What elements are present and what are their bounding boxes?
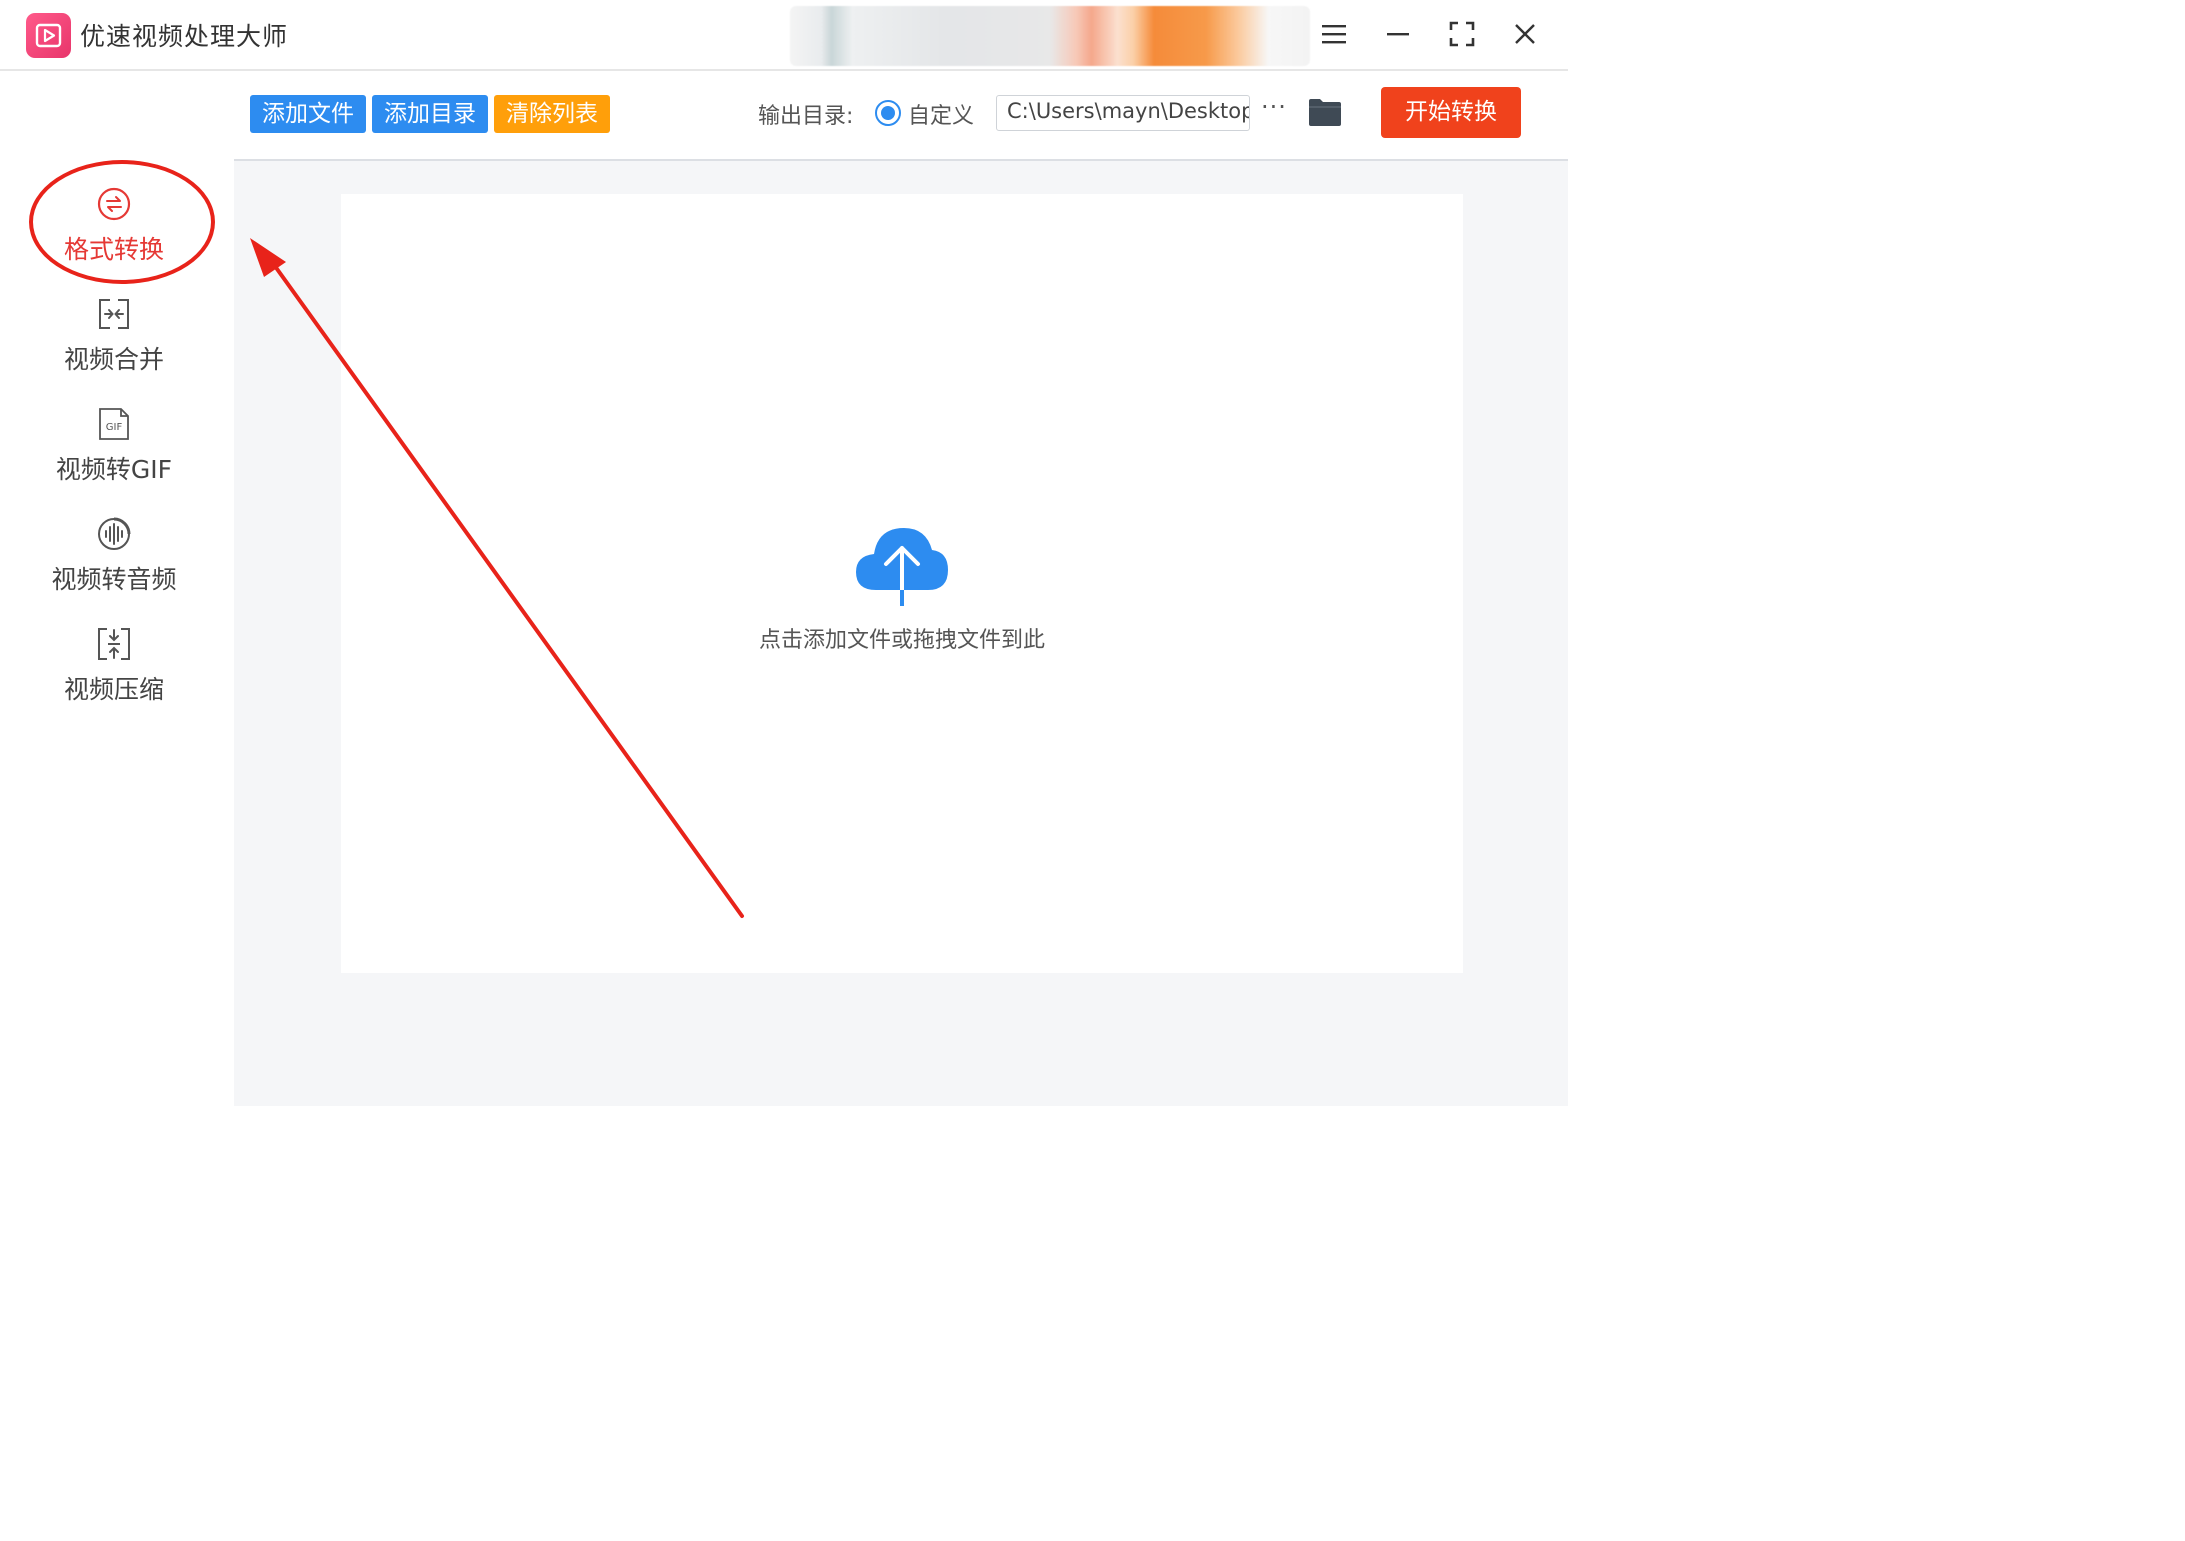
close-icon bbox=[1515, 24, 1535, 44]
sidebar-item-video-to-gif[interactable]: GIF 视频转GIF bbox=[0, 406, 228, 506]
main-panel: 添加文件 添加目录 清除列表 输出目录: 自定义 C:\Users\mayn\D… bbox=[234, 71, 1568, 1106]
gif-file-icon: GIF bbox=[99, 408, 129, 440]
audio-wave-icon bbox=[98, 517, 131, 550]
minimize-button[interactable] bbox=[1376, 14, 1420, 54]
app-logo-icon bbox=[26, 13, 71, 58]
browse-more-button[interactable]: ··· bbox=[1261, 93, 1287, 121]
add-folder-button[interactable]: 添加目录 bbox=[372, 95, 488, 133]
clear-list-button[interactable]: 清除列表 bbox=[494, 95, 610, 133]
menu-button[interactable] bbox=[1312, 14, 1356, 54]
app-title: 优速视频处理大师 bbox=[80, 22, 289, 51]
start-convert-button[interactable]: 开始转换 bbox=[1381, 87, 1521, 138]
toolbar: 添加文件 添加目录 清除列表 输出目录: 自定义 C:\Users\mayn\D… bbox=[234, 71, 1568, 161]
merge-icon bbox=[99, 299, 129, 329]
blurred-account-area bbox=[790, 6, 1310, 66]
sidebar-item-label: 视频压缩 bbox=[63, 675, 164, 704]
cloud-upload-icon bbox=[856, 528, 948, 608]
compress-icon bbox=[98, 628, 130, 660]
menu-icon bbox=[1322, 25, 1346, 44]
sidebar-item-label: 视频合并 bbox=[63, 345, 164, 374]
annotation-highlight-ellipse bbox=[29, 160, 215, 284]
drop-hint-text: 点击添加文件或拖拽文件到此 bbox=[758, 628, 1045, 653]
custom-radio[interactable] bbox=[875, 100, 901, 126]
folder-icon bbox=[1309, 99, 1341, 126]
sidebar-item-video-to-audio[interactable]: 视频转音频 bbox=[0, 516, 228, 616]
svg-text:GIF: GIF bbox=[106, 422, 123, 433]
maximize-button[interactable] bbox=[1440, 14, 1484, 54]
minimize-icon bbox=[1387, 33, 1409, 36]
app-window: 优速视频处理大师 格式转换 视频合并 GIF 视频转GIF 视频转音频 视频压缩… bbox=[0, 0, 1568, 1106]
file-drop-zone[interactable]: 点击添加文件或拖拽文件到此 bbox=[341, 194, 1463, 973]
close-button[interactable] bbox=[1503, 14, 1547, 54]
sidebar-item-video-compress[interactable]: 视频压缩 bbox=[0, 626, 228, 726]
sidebar-item-label: 视频转GIF bbox=[55, 455, 173, 484]
open-folder-button[interactable] bbox=[1308, 97, 1342, 127]
sidebar-item-video-merge[interactable]: 视频合并 bbox=[0, 296, 228, 396]
output-dir-label: 输出目录: bbox=[758, 104, 854, 129]
maximize-icon bbox=[1449, 21, 1475, 47]
add-file-button[interactable]: 添加文件 bbox=[250, 95, 366, 133]
sidebar-item-label: 视频转音频 bbox=[51, 565, 177, 594]
custom-radio-label[interactable]: 自定义 bbox=[908, 98, 974, 130]
title-bar: 优速视频处理大师 bbox=[0, 0, 1568, 71]
output-path-field[interactable]: C:\Users\mayn\Desktop bbox=[996, 95, 1250, 131]
